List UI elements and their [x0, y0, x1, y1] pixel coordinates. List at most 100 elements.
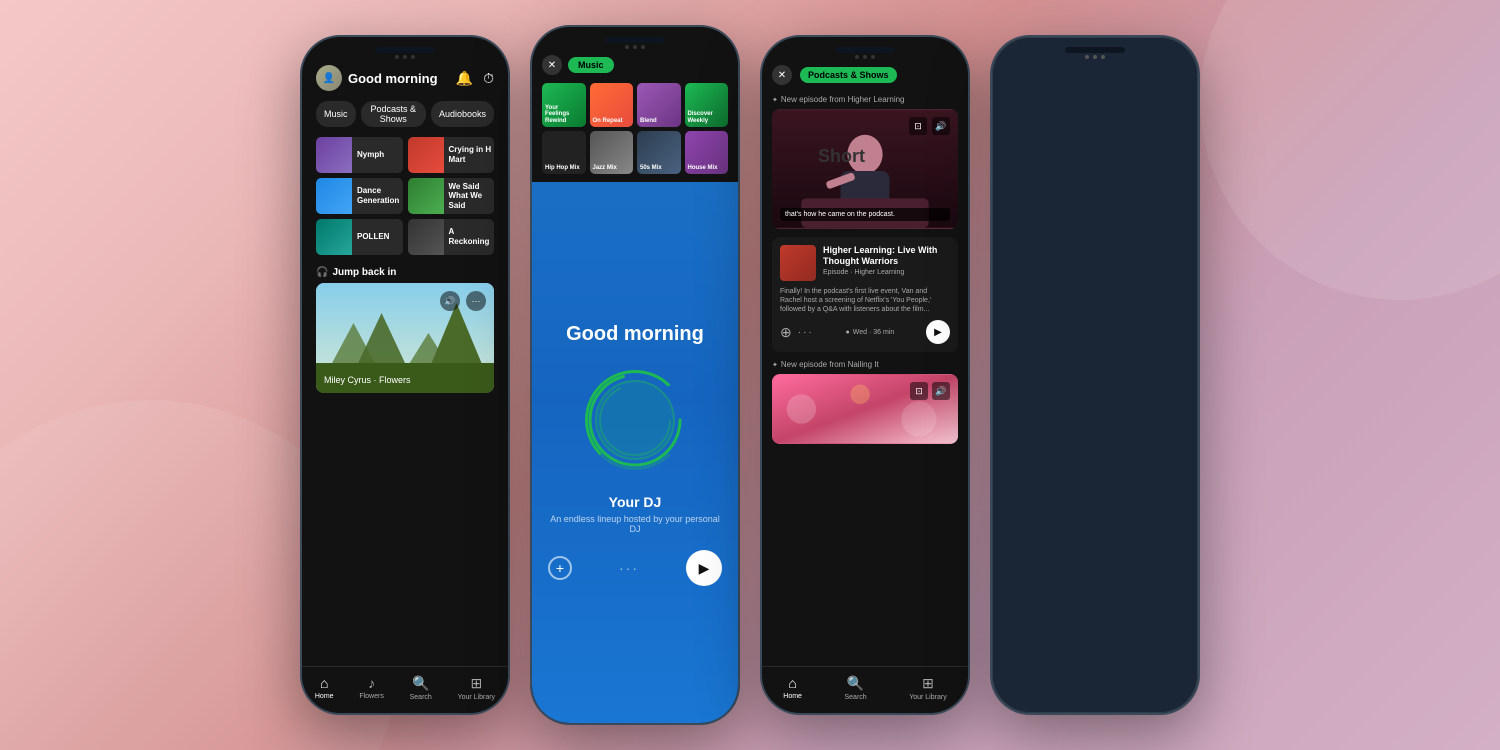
library-icon: ⊞ [470, 675, 482, 692]
mini-card-5[interactable]: Hip Hop Mix [542, 131, 586, 175]
ni-tv-icon[interactable]: ⊡ [910, 382, 928, 400]
mini-card-2[interactable]: On Repeat [590, 83, 634, 127]
nav-library-label: Your Library [458, 694, 496, 701]
home-icon: ⌂ [320, 675, 328, 691]
episode-video-card[interactable]: that's how he came on the podcast. ⊡ 🔊 [772, 109, 958, 229]
phone-4: ♡ 340K 🔊 ↑ ··· SANG... SHOOTING STAR [990, 35, 1200, 715]
nav-flowers[interactable]: ♪ Flowers [359, 675, 384, 701]
mini-card-label: Hip Hop Mix [545, 165, 583, 172]
more-options-icon[interactable]: ··· [466, 291, 486, 311]
dj-actions: + ··· ▶ [548, 550, 722, 586]
filter-music[interactable]: Music [316, 101, 356, 127]
greeting-text: Good morning [348, 71, 438, 86]
short-label: Short [818, 146, 865, 167]
phone-3-screen: ✕ Podcasts & Shows New episode from High… [762, 37, 968, 713]
notification-icon[interactable]: 🔔 [456, 70, 473, 87]
close-button[interactable]: ✕ [542, 55, 562, 75]
nav-library-3[interactable]: ⊞ Your Library [909, 675, 947, 701]
now-playing-card[interactable]: 🔊 ··· Miley Cyrus · Flowers [316, 283, 494, 393]
tv-icon[interactable]: ⊡ [909, 117, 927, 135]
dj-title: Your DJ [609, 494, 662, 510]
avatar[interactable]: 👤 [316, 65, 342, 91]
phone-2-notch [625, 45, 645, 49]
nav-home-3[interactable]: ⌂ Home [783, 675, 802, 701]
nav-search-label-3: Search [844, 694, 866, 701]
list-item[interactable]: POLLEN [316, 219, 403, 255]
mini-card-3[interactable]: Blend [637, 83, 681, 127]
dj-card[interactable]: Good morning Your DJ An endless lineup h… [532, 182, 738, 723]
mini-card-label: Your Feelings Rewind [545, 105, 583, 125]
episode-info-card: Higher Learning: Live With Thought Warri… [772, 237, 958, 352]
phone-3-header: ✕ Podcasts & Shows [762, 65, 968, 95]
phone-4-notch [1085, 55, 1105, 59]
filter-podcasts[interactable]: Podcasts & Shows [361, 101, 426, 127]
mini-card-label: Discover Weekly [688, 111, 726, 124]
episode-title: Higher Learning: Live With Thought Warri… [823, 245, 950, 267]
episode-caption: that's how he came on the podcast. [780, 208, 950, 221]
list-item[interactable]: Nymph [316, 137, 403, 173]
mini-card-8[interactable]: House Mix [685, 131, 729, 175]
mini-card-4[interactable]: Discover Weekly [685, 83, 729, 127]
nav-home-label-3: Home [783, 693, 802, 700]
episode-actions: ⊕ ··· ● Wed · 36 min ▶ [780, 320, 950, 344]
phone-2-screen: ✕ Music Your Feelings Rewind On Repeat [532, 27, 738, 723]
np-controls: 🔊 ··· [440, 291, 486, 311]
search-icon: 🔍 [412, 675, 429, 692]
mini-card-label: On Repeat [593, 118, 631, 125]
phone-2-header: ✕ Music [542, 55, 728, 75]
episode-text: Higher Learning: Live With Thought Warri… [823, 245, 950, 281]
dj-orb [585, 370, 685, 470]
list-item[interactable]: We Said What We Said [408, 178, 495, 214]
nav-search[interactable]: 🔍 Search [410, 675, 432, 701]
podcasts-badge[interactable]: Podcasts & Shows [800, 67, 897, 83]
phone-3: ✕ Podcasts & Shows New episode from High… [760, 35, 970, 715]
close-icon: ✕ [548, 60, 556, 71]
list-item[interactable]: Crying in H Mart [408, 137, 495, 173]
mini-card-label: Jazz Mix [593, 165, 631, 172]
nav-search-label: Search [410, 694, 432, 701]
nav-home-label: Home [315, 693, 334, 700]
mini-card-label: 50s Mix [640, 165, 678, 172]
phone-3-notch [855, 55, 875, 59]
episode-add-button[interactable]: ⊕ [780, 324, 792, 341]
phone-1: 👤 Good morning 🔔 ⏱ Music Podcasts & Show… [300, 35, 510, 715]
filter-audiobooks[interactable]: Audiobooks [431, 101, 494, 127]
header-icons: 🔔 ⏱ [456, 70, 494, 87]
episode-meta: Episode · Higher Learning [823, 269, 950, 276]
nailing-it-card[interactable]: ⊡ 🔊 [772, 374, 958, 444]
phone-2: ✕ Music Your Feelings Rewind On Repeat [530, 25, 740, 725]
close-button-3[interactable]: ✕ [772, 65, 792, 85]
volume-icon[interactable]: 🔊 [440, 291, 460, 311]
mini-card-1[interactable]: Your Feelings Rewind [542, 83, 586, 127]
nav-library-label-3: Your Library [909, 694, 947, 701]
nav-flowers-label: Flowers [359, 693, 384, 700]
dj-add-button[interactable]: + [548, 556, 572, 580]
mini-card-7[interactable]: 50s Mix [637, 131, 681, 175]
list-item[interactable]: Dance Generation [316, 178, 403, 214]
filter-tabs: Music Podcasts & Shows Audiobooks [312, 101, 498, 127]
phone-2-content: ✕ Music Your Feelings Rewind On Repeat [532, 27, 738, 723]
episode-left-actions: ⊕ ··· [780, 324, 814, 341]
search-icon-3: 🔍 [847, 675, 864, 692]
nav-library[interactable]: ⊞ Your Library [458, 675, 496, 701]
episode-thumbnail [780, 245, 816, 281]
phone-1-screen: 👤 Good morning 🔔 ⏱ Music Podcasts & Show… [302, 37, 508, 713]
music-filter-badge[interactable]: Music [568, 57, 614, 73]
episode-date: Wed · 36 min [853, 329, 895, 336]
mini-card-label: House Mix [688, 165, 726, 172]
history-icon[interactable]: ⏱ [483, 70, 494, 87]
phone-1-header: 👤 Good morning 🔔 ⏱ [312, 65, 498, 91]
greeting-section: 👤 Good morning [316, 65, 438, 91]
ni-sound-icon[interactable]: 🔊 [932, 382, 950, 400]
episode-description: Finally! In the podcast's first live eve… [780, 287, 950, 314]
list-item[interactable]: A Reckoning [408, 219, 495, 255]
sound-icon[interactable]: 🔊 [932, 117, 950, 135]
nav-search-3[interactable]: 🔍 Search [844, 675, 866, 701]
mini-card-6[interactable]: Jazz Mix [590, 131, 634, 175]
episode-more-button[interactable]: ··· [798, 327, 814, 338]
nav-home[interactable]: ⌂ Home [315, 675, 334, 701]
dj-more-button[interactable]: ··· [619, 560, 639, 576]
episode-play-button[interactable]: ▶ [926, 320, 950, 344]
dj-play-button[interactable]: ▶ [686, 550, 722, 586]
music-icon: ♪ [368, 675, 375, 691]
